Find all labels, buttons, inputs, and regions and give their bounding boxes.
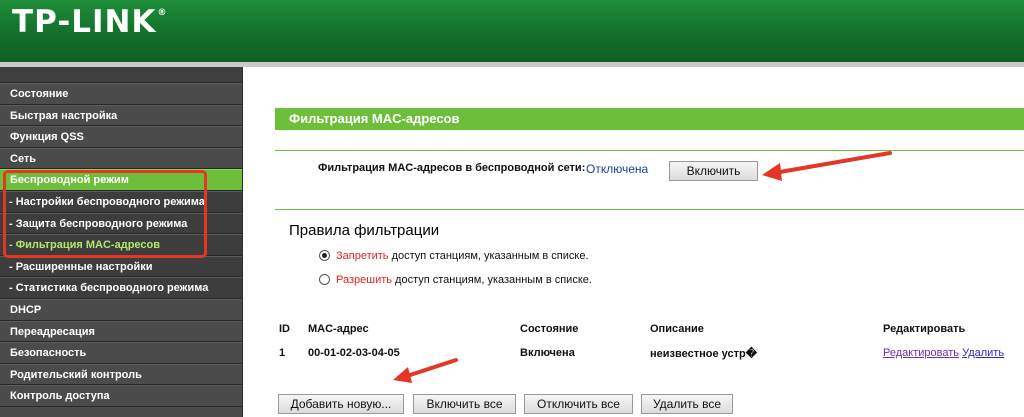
mac-filter-label: Фильтрация MAC-адресов в беспроводной се… [318, 162, 586, 174]
rule-deny-option[interactable]: Запретить доступ станциям, указанным в с… [319, 250, 589, 262]
column-header-state: Состояние [520, 323, 579, 335]
deny-description: доступ станциям, указанным в списке. [391, 250, 589, 262]
column-header-edit: Редактировать [883, 323, 966, 335]
header-bar: TP-LINK® [0, 0, 1024, 62]
sidebar-menu: Состояние Быстрая настройка Функция QSS … [0, 67, 243, 417]
router-admin-page: TP-LINK® Состояние Быстрая настройка Фун… [0, 0, 1024, 417]
sidebar-top-gap [0, 67, 242, 83]
sidebar-item-forwarding[interactable]: Переадресация [0, 320, 242, 343]
sidebar-item-wireless[interactable]: Беспроводной режим [0, 169, 242, 191]
allow-radio[interactable] [319, 274, 330, 285]
page-title: Фильтрация MAC-адресов [275, 108, 1024, 130]
disable-all-button[interactable]: Отключить все [524, 394, 633, 414]
sidebar-item-qss[interactable]: Функция QSS [0, 126, 242, 148]
row-mac: 00-01-02-03-04-05 [308, 347, 400, 359]
sidebar-item-security[interactable]: Безопасность [0, 342, 242, 364]
enable-all-button[interactable]: Включить все [413, 394, 516, 414]
edit-link[interactable]: Редактировать [883, 347, 959, 359]
sidebar-item-advanced-settings[interactable]: - Расширенные настройки [0, 255, 242, 278]
enable-filter-button[interactable]: Включить [669, 161, 758, 181]
allow-description: доступ станциям, указанным в списке. [395, 274, 592, 286]
tp-link-logo: TP-LINK® [12, 4, 168, 40]
add-new-button[interactable]: Добавить новую... [278, 394, 404, 414]
sidebar-item-dhcp[interactable]: DHCP [0, 298, 242, 321]
divider-middle [275, 209, 1024, 210]
sidebar-item-mac-filtering[interactable]: - Фильтрация MAC-адресов [0, 234, 242, 256]
divider-top [275, 150, 1024, 151]
sidebar-item-network[interactable]: Сеть [0, 147, 242, 170]
main-content: Фильтрация MAC-адресов Фильтрация MAC-ад… [244, 67, 1024, 417]
row-actions: Редактировать Удалить [883, 347, 1004, 359]
row-state: Включена [520, 347, 575, 359]
filter-rules-title: Правила фильтрации [289, 222, 440, 239]
deny-radio[interactable] [319, 250, 330, 261]
sidebar-item-access-control[interactable]: Контроль доступа [0, 385, 242, 407]
rule-allow-option[interactable]: Разрешить доступ станциям, указанным в с… [319, 274, 592, 286]
row-id: 1 [279, 347, 286, 359]
column-header-id: ID [279, 323, 290, 335]
row-description: неизвестное устр� [650, 348, 757, 360]
deny-keyword: Запретить [336, 250, 389, 262]
sidebar-item-wireless-settings[interactable]: - Настройки беспроводного режима [0, 190, 242, 213]
sidebar-item-wireless-security[interactable]: - Защита беспроводного режима [0, 212, 242, 235]
sidebar-item-status[interactable]: Состояние [0, 83, 242, 105]
mac-filter-status: Отключена [586, 162, 649, 176]
sidebar-item-parental-control[interactable]: Родительский контроль [0, 363, 242, 386]
sidebar-item-quick-setup[interactable]: Быстрая настройка [0, 104, 242, 127]
allow-keyword: Разрешить [336, 274, 392, 286]
delete-all-button[interactable]: Удалить все [641, 394, 733, 414]
column-header-mac: MAC-адрес [308, 323, 369, 335]
sidebar-item-wireless-statistics[interactable]: - Статистика беспроводного режима [0, 277, 242, 299]
delete-link[interactable]: Удалить [962, 347, 1004, 359]
column-header-description: Описание [650, 323, 704, 335]
